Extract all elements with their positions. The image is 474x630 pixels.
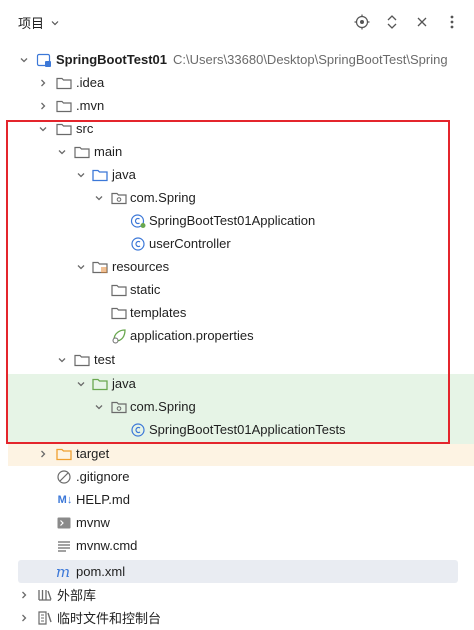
project-path: C:\Users\33680\Desktop\SpringBootTest\Sp… [173,52,448,67]
chevron-right-icon[interactable] [36,76,50,90]
chevron-down-icon [51,20,59,25]
close-icon[interactable] [412,12,432,32]
scratches-icon [37,610,53,626]
shell-icon [56,515,72,531]
tree-item-gitignore[interactable]: .gitignore [0,465,474,488]
chevron-right-icon[interactable] [36,447,50,461]
tree-item-label: .gitignore [76,469,130,484]
expand-collapse-icon[interactable] [382,12,402,32]
tree-item-project-root[interactable]: SpringBootTest01 C:\Users\33680\Desktop\S… [0,48,474,71]
tree-item-label: 临时文件和控制台 [57,611,162,626]
tree-item-scratches[interactable]: 临时文件和控制台 [0,606,474,629]
project-panel-header: 项目 [0,0,474,44]
tree-item-label: .idea [76,75,105,90]
tree-item-target[interactable]: target [0,442,474,465]
tree-item-label: .mvn [76,98,105,113]
tree-item-help-md[interactable]: M↓ HELP.md [0,488,474,511]
folder-icon [56,75,72,91]
folder-icon [56,98,72,114]
tree-item-external-libraries[interactable]: 外部库 [0,583,474,606]
target-icon[interactable] [352,12,372,32]
project-name: SpringBootTest01 [56,52,167,67]
scrollbar[interactable] [466,46,472,621]
tree-item-label: mvnw [76,515,110,530]
tree-item-mvnw[interactable]: mvnw [0,511,474,534]
library-icon [37,587,53,603]
tree-item-label: pom.xml [76,564,126,579]
chevron-right-icon[interactable] [36,99,50,113]
more-icon[interactable] [442,12,462,32]
chevron-down-icon[interactable] [17,53,31,67]
markdown-icon: M↓ [57,493,73,506]
tree-item-label: 外部库 [57,588,97,603]
tree-item-mvnw-cmd[interactable]: mvnw.cmd [0,534,474,557]
tree-item-mvn[interactable]: .mvn [0,94,474,117]
tree-item-label: HELP.md [76,492,130,507]
tree-item-idea[interactable]: .idea [0,71,474,94]
panel-title[interactable]: 项目 [18,13,60,32]
module-icon [36,52,52,68]
excluded-folder-icon [56,446,72,462]
ignore-icon [56,469,72,485]
panel-title-label: 项目 [18,16,45,31]
highlight-box [6,120,450,444]
tree-item-pom-xml[interactable]: m pom.xml [0,560,474,583]
chevron-right-icon[interactable] [17,588,31,602]
tree-item-label: mvnw.cmd [76,538,138,553]
maven-icon: m [55,562,71,581]
tree-item-label: target [76,446,110,461]
chevron-right-icon[interactable] [17,611,31,625]
text-icon [56,538,72,554]
